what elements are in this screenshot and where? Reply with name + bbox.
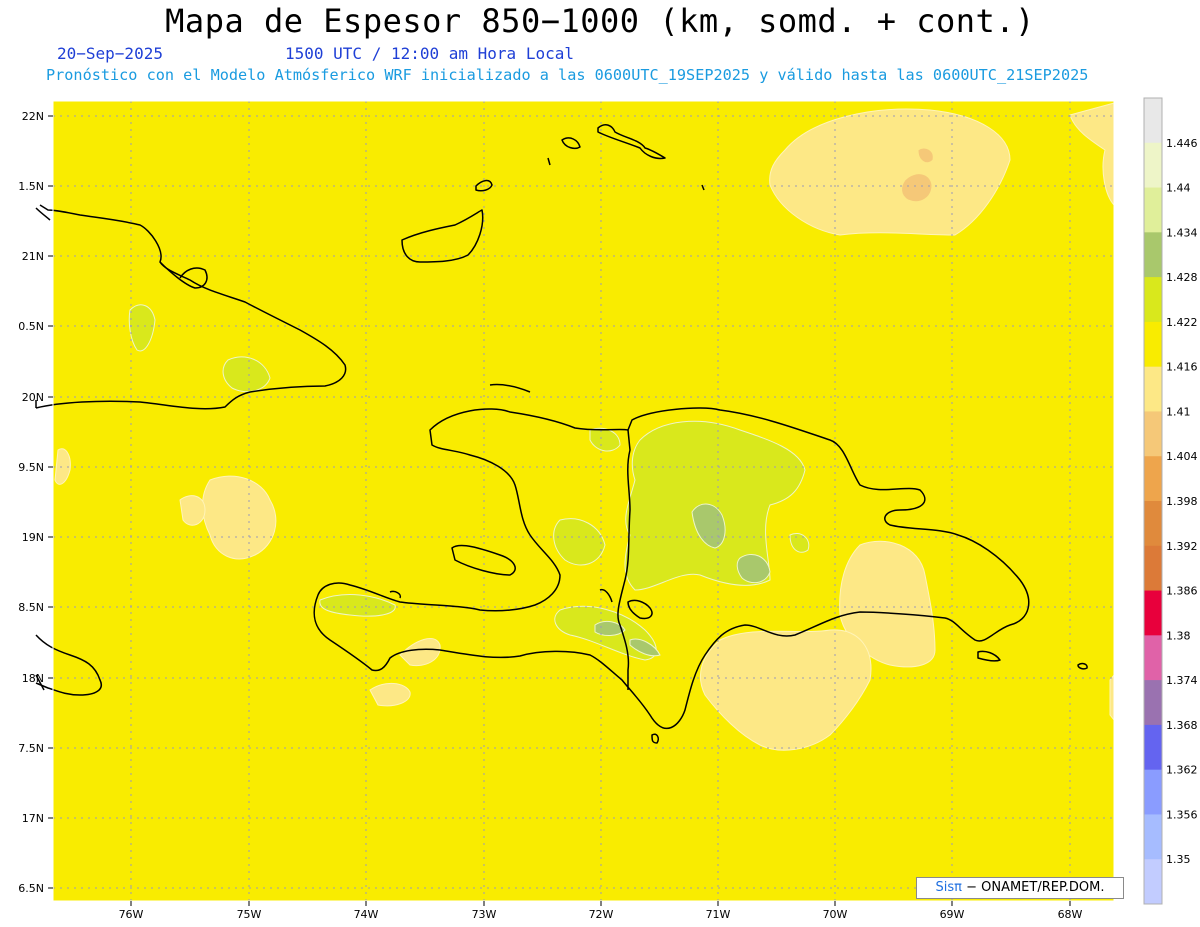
lon-label: 75W bbox=[237, 908, 262, 921]
colorbar-swatch bbox=[1144, 859, 1162, 905]
lat-label: 22N bbox=[22, 110, 44, 123]
colorbar-label: 1.362 bbox=[1166, 764, 1198, 777]
colorbar-swatch bbox=[1144, 366, 1162, 412]
thickness-map: 22N 1.5N 21N 0.5N 20N 9.5N 19N 8.5N 18N … bbox=[18, 97, 1198, 921]
lon-label: 74W bbox=[354, 908, 379, 921]
lat-label: 17N bbox=[22, 812, 44, 825]
colorbar-swatch bbox=[1144, 98, 1162, 144]
lat-label: 6.5N bbox=[18, 882, 44, 895]
colorbar-swatch bbox=[1144, 232, 1162, 278]
colorbar-label: 1.446 bbox=[1166, 137, 1198, 150]
colorbar-swatch bbox=[1144, 321, 1162, 368]
colorbar-swatch bbox=[1144, 680, 1162, 726]
colorbar-label: 1.374 bbox=[1166, 674, 1198, 687]
colorbar-label: 1.404 bbox=[1166, 450, 1198, 463]
lat-label: 8.5N bbox=[18, 601, 44, 614]
logo-pi: π bbox=[954, 880, 962, 895]
colorbar-label: 1.416 bbox=[1166, 361, 1198, 374]
colorbar-label: 1.368 bbox=[1166, 719, 1198, 732]
colorbar: 1.446 1.44 1.434 1.428 1.422 1.416 1.41 1.404 1.… bbox=[1143, 97, 1198, 905]
colorbar-swatch bbox=[1144, 769, 1162, 815]
latitude-labels: 22N 1.5N 21N 0.5N 20N 9.5N 19N 8.5N 18N … bbox=[18, 110, 44, 895]
colorbar-label: 1.392 bbox=[1166, 540, 1198, 553]
colorbar-swatch bbox=[1144, 411, 1162, 457]
colorbar-swatch bbox=[1144, 142, 1162, 189]
lon-label: 73W bbox=[472, 908, 497, 921]
colorbar-label: 1.386 bbox=[1166, 585, 1198, 598]
lon-label: 69W bbox=[940, 908, 965, 921]
colorbar-label: 1.41 bbox=[1166, 405, 1191, 418]
lon-label: 76W bbox=[119, 908, 144, 921]
logo-prefix: Sis bbox=[935, 880, 955, 895]
colorbar-swatch bbox=[1144, 635, 1162, 681]
lon-label: 72W bbox=[589, 908, 614, 921]
lat-label: 19N bbox=[22, 531, 44, 544]
colorbar-swatch bbox=[1144, 590, 1162, 636]
colorbar-label: 1.44 bbox=[1166, 182, 1191, 195]
lat-label: 1.5N bbox=[18, 180, 44, 193]
lat-label: 21N bbox=[22, 250, 44, 263]
colorbar-swatch bbox=[1144, 277, 1162, 323]
colorbar-swatch bbox=[1144, 545, 1162, 592]
longitude-labels: 76W 75W 74W 73W 72W 71W 70W 69W 68W bbox=[119, 908, 1083, 921]
lat-label: 9.5N bbox=[18, 461, 44, 474]
lon-label: 68W bbox=[1058, 908, 1083, 921]
colorbar-swatch bbox=[1144, 501, 1162, 547]
lat-label: 0.5N bbox=[18, 320, 44, 333]
colorbar-label: 1.434 bbox=[1166, 226, 1198, 239]
colorbar-label: 1.428 bbox=[1166, 271, 1198, 284]
lat-label: 7.5N bbox=[18, 742, 44, 755]
colorbar-label: 1.35 bbox=[1166, 853, 1191, 866]
onamet-logo: Sisπ − ONAMET/REP.DOM. bbox=[916, 877, 1124, 899]
colorbar-label: 1.356 bbox=[1166, 808, 1198, 821]
colorbar-swatch bbox=[1144, 724, 1162, 771]
colorbar-swatch bbox=[1144, 814, 1162, 860]
colorbar-swatch bbox=[1144, 456, 1162, 502]
lon-label: 70W bbox=[823, 908, 848, 921]
colorbar-label: 1.398 bbox=[1166, 495, 1198, 508]
lat-label: 18N bbox=[22, 672, 44, 685]
logo-suffix: − ONAMET/REP.DOM. bbox=[966, 880, 1105, 895]
colorbar-swatch bbox=[1144, 187, 1162, 233]
colorbar-label: 1.422 bbox=[1166, 316, 1198, 329]
colorbar-label: 1.38 bbox=[1166, 629, 1191, 642]
lat-label: 20N bbox=[22, 391, 44, 404]
lon-label: 71W bbox=[706, 908, 731, 921]
